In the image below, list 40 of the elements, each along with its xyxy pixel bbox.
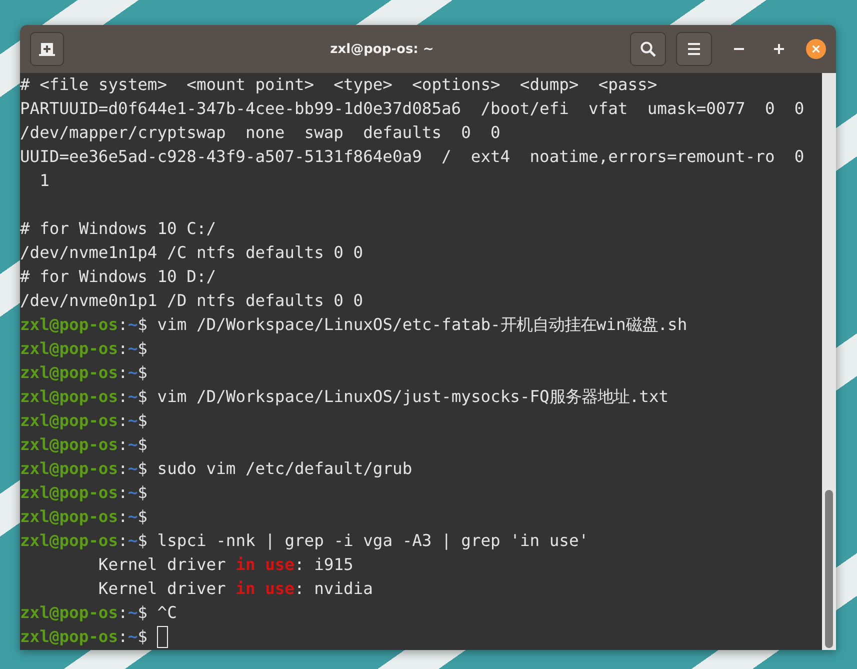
close-button[interactable] [806, 39, 826, 59]
shell-prompt: zxl@pop-os:~$ [20, 386, 148, 408]
terminal-line: /dev/mapper/cryptswap none swap defaults 0 0 [20, 122, 502, 144]
terminal-line: # for Windows 10 C:/ [20, 218, 218, 240]
terminal-line: 1 [38, 170, 50, 192]
search-icon [640, 41, 656, 57]
shell-command: ^C [156, 602, 177, 624]
menu-icon [687, 43, 701, 55]
menu-button[interactable] [676, 32, 712, 66]
shell-prompt: zxl@pop-os:~$ [20, 434, 148, 456]
shell-prompt: zxl@pop-os:~$ [20, 482, 148, 504]
shell-prompt: zxl@pop-os:~$ [20, 626, 148, 648]
terminal-line: /dev/nvme1n1p4 /C ntfs defaults 0 0 [20, 242, 364, 264]
shell-prompt: zxl@pop-os:~$ [20, 410, 148, 432]
new-tab-button[interactable] [30, 32, 64, 66]
shell-prompt: zxl@pop-os:~$ [20, 362, 148, 384]
shell-command: sudo vim /etc/default/grub [156, 458, 412, 480]
search-button[interactable] [630, 32, 666, 66]
terminal-line: PARTUUID=d0f644e1-347b-4cee-bb99-1d0e37d085a6 /boot/efi vfat umask=0077 0 0 [20, 98, 806, 120]
minimize-icon [734, 48, 744, 50]
shell-prompt: zxl@pop-os:~$ [20, 602, 148, 624]
terminal-line: # <file system> <mount point> <type> <options> <dump> <pass> [20, 74, 658, 96]
terminal-line: UUID=ee36e5ad-c928-43f9-a507-5131f864e0a9 / ext4 noatime,errors=remount-ro 0 [20, 146, 806, 168]
terminal-line: Kernel driver in use: nvidia [97, 578, 373, 600]
terminal-line: # for Windows 10 D:/ [20, 266, 218, 288]
shell-prompt: zxl@pop-os:~$ [20, 314, 148, 336]
new-tab-icon [39, 42, 55, 56]
window-title: zxl@pop-os: ~ [329, 42, 435, 56]
shell-prompt: zxl@pop-os:~$ [20, 506, 148, 528]
shell-command: lspci -nnk | grep -i vga -A3 | grep 'in use' [156, 530, 589, 552]
shell-command: vim /D/Workspace/LinuxOS/etc-fatab-开机自动挂在win磁盘.sh [156, 314, 688, 336]
shell-prompt: zxl@pop-os:~$ [20, 530, 148, 552]
close-icon [812, 45, 820, 53]
terminal-line: /dev/nvme0n1p1 /D ntfs defaults 0 0 [20, 290, 364, 312]
terminal-line: Kernel driver in use: i915 [97, 554, 354, 576]
maximize-icon [774, 44, 784, 54]
shell-prompt: zxl@pop-os:~$ [20, 338, 148, 360]
shell-prompt: zxl@pop-os:~$ [20, 458, 148, 480]
shell-command: vim /D/Workspace/LinuxOS/just-mysocks-FQ服务器地址.txt [156, 386, 669, 408]
scrollbar-thumb[interactable] [825, 490, 833, 648]
